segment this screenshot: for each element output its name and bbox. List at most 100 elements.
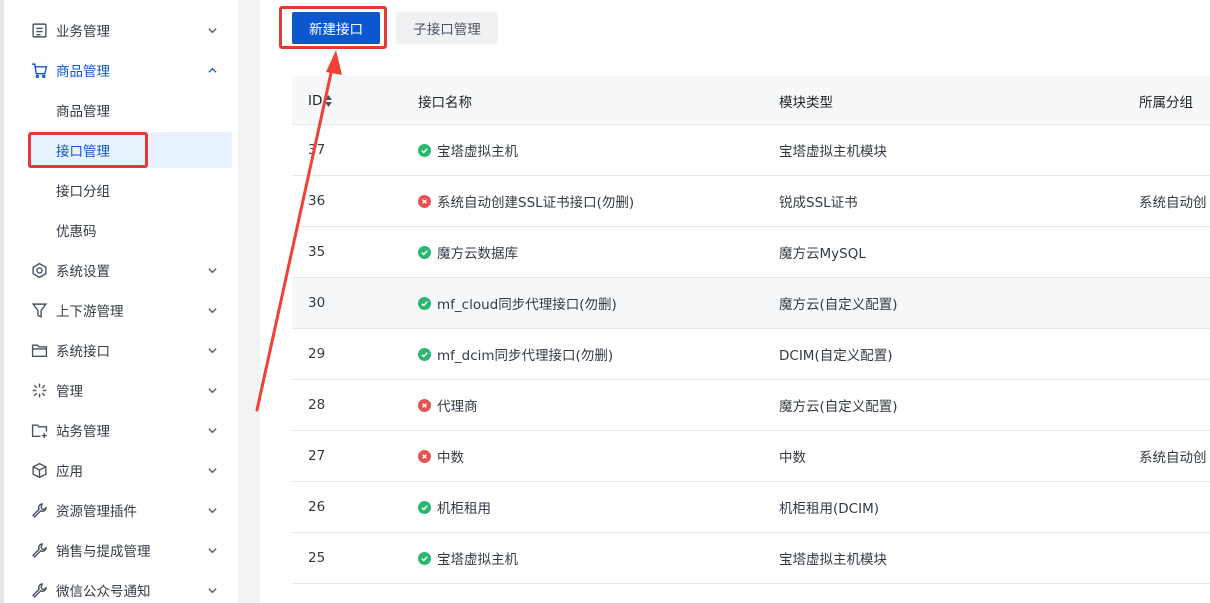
column-header-name: 接口名称 xyxy=(418,94,472,111)
table-row[interactable]: 37 宝塔虚拟主机 宝塔虚拟主机模块 xyxy=(292,125,1210,176)
chevron-down-icon xyxy=(206,344,218,356)
cell-id: 30 xyxy=(308,295,326,311)
sidebar-item-sales-commission[interactable]: 销售与提成管理 xyxy=(4,530,238,570)
cell-group: 系统自动创 xyxy=(1139,450,1207,466)
folder-plus-icon xyxy=(30,421,48,439)
filter-icon xyxy=(30,301,48,319)
table-row[interactable]: 35 魔方云数据库 魔方云MySQL xyxy=(292,227,1210,278)
cell-id: 37 xyxy=(308,142,326,158)
sidebar-item-apps[interactable]: 应用 xyxy=(4,450,238,490)
sidebar-item-wechat-notify[interactable]: 微信公众号通知 xyxy=(4,570,238,603)
cell-module: 宝塔虚拟主机模块 xyxy=(779,144,887,160)
cell-id: 29 xyxy=(308,346,326,362)
cell-name: mf_dcim同步代理接口(勿删) xyxy=(418,329,613,379)
check-circle-icon xyxy=(418,296,431,310)
cell-name: 魔方云数据库 xyxy=(418,227,518,277)
sidebar-item-system-settings[interactable]: 系统设置 xyxy=(4,250,238,290)
sidebar-sub-item-products[interactable]: 商品管理 xyxy=(28,92,232,128)
cell-id: 28 xyxy=(308,397,326,413)
cell-module: 中数 xyxy=(779,450,806,466)
cell-id: 26 xyxy=(308,499,326,515)
chevron-down-icon xyxy=(206,24,218,36)
error-circle-icon xyxy=(418,449,431,463)
sidebar-item-label: 系统设置 xyxy=(56,264,110,280)
sidebar-item-label: 微信公众号通知 xyxy=(56,584,151,600)
table-row[interactable]: 25 宝塔虚拟主机 宝塔虚拟主机模块 xyxy=(292,533,1210,584)
error-circle-icon xyxy=(418,398,431,412)
table-row[interactable]: 26 机柜租用 机柜租用(DCIM) xyxy=(292,482,1210,533)
chevron-down-icon xyxy=(206,424,218,436)
interface-name[interactable]: 代理商 xyxy=(437,395,478,415)
sidebar-item-business[interactable]: 业务管理 xyxy=(4,10,238,50)
sidebar-item-upstream[interactable]: 上下游管理 xyxy=(4,290,238,330)
chevron-up-icon xyxy=(206,64,218,76)
sidebar-item-label: 销售与提成管理 xyxy=(56,544,151,560)
sidebar-item-label: 上下游管理 xyxy=(56,304,124,320)
chevron-down-icon xyxy=(206,584,218,596)
cell-module: 机柜租用(DCIM) xyxy=(779,501,879,517)
sidebar-item-resource-plugins[interactable]: 资源管理插件 xyxy=(4,490,238,530)
column-header-group: 所属分组 xyxy=(1139,94,1193,111)
interface-name[interactable]: 宝塔虚拟主机 xyxy=(437,140,518,160)
cell-module: 宝塔虚拟主机模块 xyxy=(779,552,887,568)
interface-name[interactable]: 中数 xyxy=(437,446,464,466)
folder-icon xyxy=(30,341,48,359)
table-header: ID 接口名称 模块类型 所属分组 xyxy=(292,76,1210,125)
wrench-icon xyxy=(30,541,48,559)
interface-name[interactable]: 魔方云数据库 xyxy=(437,242,518,262)
wrench-icon xyxy=(30,581,48,599)
chevron-down-icon xyxy=(206,264,218,276)
cell-module: DCIM(自定义配置) xyxy=(779,348,893,364)
error-circle-icon xyxy=(418,194,431,208)
sidebar-item-site-affairs[interactable]: 站务管理 xyxy=(4,410,238,450)
sidebar-sub-item-interface-management[interactable]: 接口管理 xyxy=(28,132,232,168)
sidebar-item-label: 系统接口 xyxy=(56,344,110,360)
sidebar-item-label: 管理 xyxy=(56,384,83,400)
cart-icon xyxy=(30,61,48,79)
cell-name: 代理商 xyxy=(418,380,478,430)
sidebar-item-label: 站务管理 xyxy=(56,424,110,440)
sidebar-item-manage[interactable]: 管理 xyxy=(4,370,238,410)
table-row[interactable]: 27 中数 中数 系统自动创 xyxy=(292,431,1210,482)
sidebar-item-products[interactable]: 商品管理 xyxy=(4,50,238,90)
chevron-down-icon xyxy=(206,304,218,316)
cell-name: 中数 xyxy=(418,431,464,481)
cell-name: 系统自动创建SSL证书接口(勿删) xyxy=(418,176,634,226)
sidebar-item-label: 商品管理 xyxy=(56,64,110,80)
spark-icon xyxy=(30,381,48,399)
check-circle-icon xyxy=(418,500,431,514)
interface-name[interactable]: 机柜租用 xyxy=(437,497,491,517)
sidebar: 业务管理 商品管理 商品管理 接口管理 接口分组 优惠码 系统设置 上下游管理 … xyxy=(0,0,238,603)
settings-icon xyxy=(30,261,48,279)
chevron-down-icon xyxy=(206,544,218,556)
table-row[interactable]: 36 系统自动创建SSL证书接口(勿删) 锐成SSL证书 系统自动创 xyxy=(292,176,1210,227)
sort-icon[interactable] xyxy=(325,94,333,107)
column-header-id[interactable]: ID xyxy=(308,76,333,125)
cell-module: 魔方云MySQL xyxy=(779,246,866,262)
sidebar-item-system-interface[interactable]: 系统接口 xyxy=(4,330,238,370)
interface-name[interactable]: 系统自动创建SSL证书接口(勿删) xyxy=(437,191,634,211)
interface-name[interactable]: 宝塔虚拟主机 xyxy=(437,548,518,568)
table-row[interactable]: 30 mf_cloud同步代理接口(勿删) 魔方云(自定义配置) xyxy=(292,278,1210,329)
cell-group: 系统自动创 xyxy=(1139,195,1207,211)
table-row[interactable]: 29 mf_dcim同步代理接口(勿删) DCIM(自定义配置) xyxy=(292,329,1210,380)
sidebar-item-label: 业务管理 xyxy=(56,24,110,40)
chevron-down-icon xyxy=(206,464,218,476)
interface-name[interactable]: mf_dcim同步代理接口(勿删) xyxy=(437,344,613,364)
sidebar-sub-item-coupons[interactable]: 优惠码 xyxy=(28,212,232,248)
list-icon xyxy=(30,21,48,39)
sub-interface-management-button[interactable]: 子接口管理 xyxy=(396,12,498,44)
check-circle-icon xyxy=(418,551,431,565)
sidebar-sub-item-interface-groups[interactable]: 接口分组 xyxy=(28,172,232,208)
cell-module: 锐成SSL证书 xyxy=(779,195,858,211)
sidebar-item-label: 资源管理插件 xyxy=(56,504,137,520)
cell-name: 机柜租用 xyxy=(418,482,491,532)
new-interface-button[interactable]: 新建接口 xyxy=(292,12,380,44)
check-circle-icon xyxy=(418,245,431,259)
cell-name: 宝塔虚拟主机 xyxy=(418,125,518,175)
cell-id: 35 xyxy=(308,244,326,260)
check-circle-icon xyxy=(418,143,431,157)
table-row[interactable]: 28 代理商 魔方云(自定义配置) xyxy=(292,380,1210,431)
cube-icon xyxy=(30,461,48,479)
interface-name[interactable]: mf_cloud同步代理接口(勿删) xyxy=(437,293,617,313)
